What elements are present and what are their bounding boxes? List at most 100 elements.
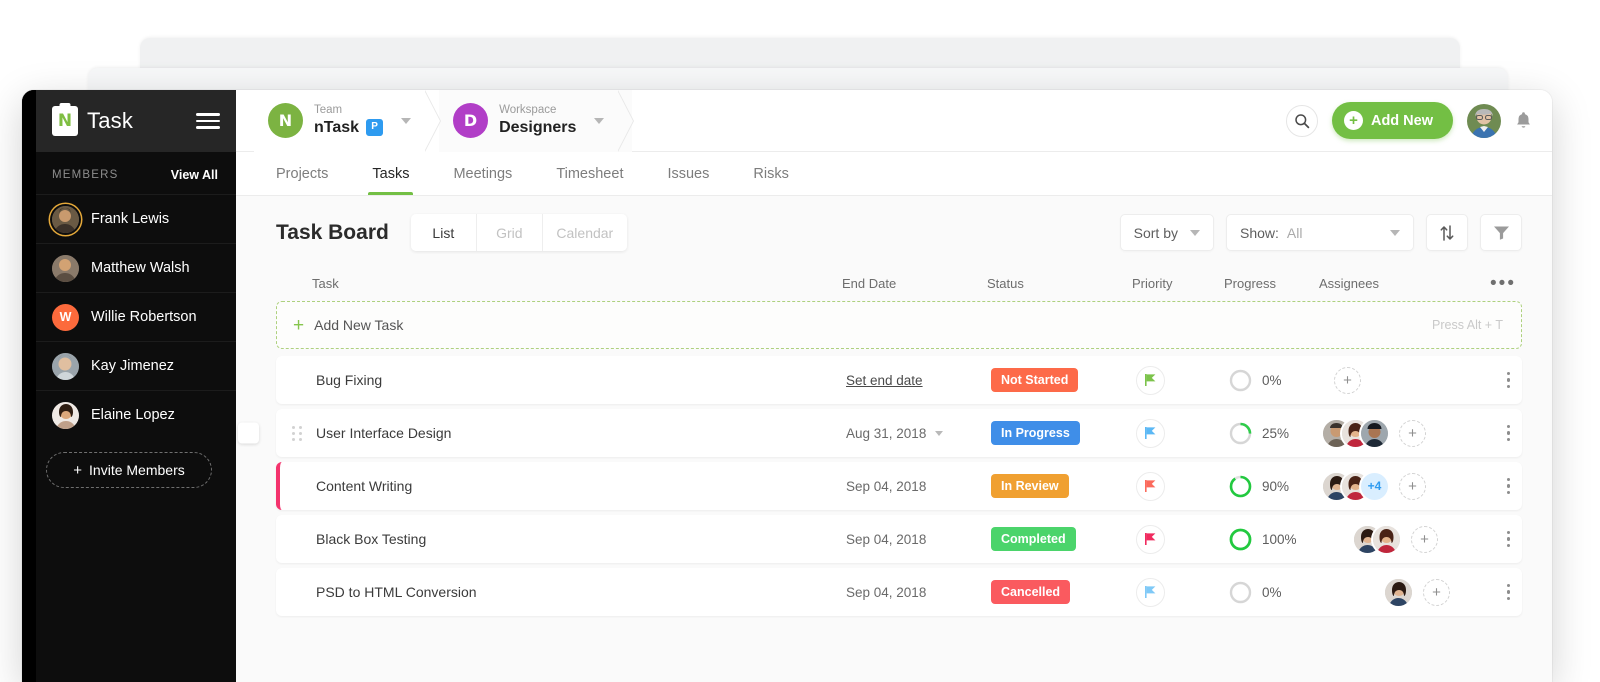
row-menu-icon[interactable]	[1507, 584, 1511, 601]
workspace-selector[interactable]: D Workspace Designers	[439, 90, 632, 152]
set-end-date-link[interactable]: Set end date	[846, 373, 923, 388]
cell-end-date[interactable]: Sep 04, 2018	[846, 585, 991, 600]
tab-risks[interactable]: Risks	[731, 152, 810, 195]
column-header-more[interactable]: •••	[1454, 274, 1522, 293]
priority-flag-button[interactable]	[1136, 419, 1165, 448]
hamburger-line	[196, 120, 220, 123]
team-selector[interactable]: N Team nTask P	[254, 90, 439, 152]
hamburger-menu-icon[interactable]	[196, 113, 220, 129]
view-all-link[interactable]: View All	[171, 168, 218, 182]
cell-progress[interactable]: 0%	[1228, 580, 1323, 605]
cell-status[interactable]: Completed	[991, 527, 1136, 551]
priority-flag-button[interactable]	[1136, 578, 1165, 607]
cell-assignees[interactable]: +	[1323, 420, 1458, 447]
tab-issues[interactable]: Issues	[645, 152, 731, 195]
add-assignee-button[interactable]: +	[1334, 367, 1361, 394]
app-window: N Task MEMBERS View All	[22, 90, 1552, 682]
assignee-overflow-count[interactable]: +4	[1361, 473, 1388, 500]
priority-flag-button[interactable]	[1136, 525, 1165, 554]
avatar-image	[1385, 579, 1412, 606]
table-row[interactable]: User Interface Design Aug 31, 2018 In Pr…	[276, 409, 1522, 457]
tab-projects[interactable]: Projects	[254, 152, 350, 195]
cell-priority[interactable]	[1136, 419, 1228, 448]
drag-handle-icon[interactable]	[292, 426, 302, 440]
search-button[interactable]	[1286, 105, 1318, 137]
cell-row-actions	[1458, 531, 1522, 548]
tab-tasks[interactable]: Tasks	[350, 152, 431, 195]
cell-priority[interactable]	[1136, 472, 1228, 501]
cell-assignees[interactable]: +4 +	[1323, 473, 1458, 500]
cell-assignees[interactable]: +	[1323, 526, 1458, 553]
sort-order-button[interactable]	[1426, 214, 1468, 251]
add-assignee-button[interactable]: +	[1423, 579, 1450, 606]
add-assignee-button[interactable]: +	[1399, 473, 1426, 500]
cell-progress[interactable]: 0%	[1228, 368, 1323, 393]
chevron-down-icon[interactable]	[401, 118, 411, 124]
cell-priority[interactable]	[1136, 578, 1228, 607]
table-row[interactable]: Black Box Testing Sep 04, 2018 Completed	[276, 515, 1522, 563]
cell-task[interactable]: Black Box Testing	[280, 531, 846, 547]
progress-label: 25%	[1262, 426, 1289, 441]
priority-flag-button[interactable]	[1136, 472, 1165, 501]
cell-status[interactable]: Cancelled	[991, 580, 1136, 604]
priority-flag-button[interactable]	[1136, 366, 1165, 395]
tab-timesheet[interactable]: Timesheet	[534, 152, 645, 195]
cell-progress[interactable]: 100%	[1228, 527, 1323, 552]
chevron-down-icon[interactable]	[594, 118, 604, 124]
sidebar-member-matthew-walsh[interactable]: Matthew Walsh	[22, 243, 236, 292]
bell-icon[interactable]	[1515, 111, 1532, 130]
table-row[interactable]: Bug Fixing Set end date Not Started	[276, 356, 1522, 404]
add-assignee-button[interactable]: +	[1411, 526, 1438, 553]
view-grid-button[interactable]: Grid	[477, 214, 543, 251]
cell-end-date[interactable]: Aug 31, 2018	[846, 426, 991, 441]
cell-progress[interactable]: 90%	[1228, 474, 1323, 499]
cell-task[interactable]: Content Writing	[280, 478, 846, 494]
row-menu-icon[interactable]	[1507, 425, 1511, 442]
cell-priority[interactable]	[1136, 366, 1228, 395]
sort-by-label: Sort by	[1134, 225, 1178, 241]
cell-assignees[interactable]: +	[1323, 579, 1458, 606]
chevron-down-icon[interactable]	[935, 431, 943, 436]
add-new-button[interactable]: + Add New	[1332, 102, 1453, 139]
sidebar-member-kay-jimenez[interactable]: Kay Jimenez	[22, 341, 236, 390]
sidebar-member-elaine-lopez[interactable]: Elaine Lopez	[22, 390, 236, 439]
tab-meetings[interactable]: Meetings	[431, 152, 534, 195]
cell-priority[interactable]	[1136, 525, 1228, 554]
row-menu-icon[interactable]	[1507, 478, 1511, 495]
add-assignee-button[interactable]: +	[1399, 420, 1426, 447]
row-menu-icon[interactable]	[1507, 531, 1511, 548]
cell-status[interactable]: In Review	[991, 474, 1136, 498]
invite-members-button[interactable]: + Invite Members	[46, 452, 212, 488]
sidebar-member-frank-lewis[interactable]: Frank Lewis	[22, 194, 236, 243]
cell-end-date[interactable]: Sep 04, 2018	[846, 479, 991, 494]
task-title: Black Box Testing	[316, 531, 426, 547]
progress-ring-svg	[1228, 527, 1253, 552]
cell-task[interactable]: Bug Fixing	[280, 372, 846, 388]
table-row[interactable]: PSD to HTML Conversion Sep 04, 2018 Canc…	[276, 568, 1522, 616]
sort-by-dropdown[interactable]: Sort by	[1120, 214, 1214, 251]
view-calendar-button[interactable]: Calendar	[543, 214, 627, 251]
cell-end-date[interactable]: Set end date	[846, 373, 991, 388]
cell-assignees[interactable]: +	[1323, 367, 1458, 394]
show-filter-dropdown[interactable]: Show: All	[1226, 214, 1414, 251]
assignee-avatar[interactable]	[1373, 526, 1400, 553]
cell-status[interactable]: In Progress	[991, 421, 1136, 445]
filter-button[interactable]	[1480, 214, 1522, 251]
table-row[interactable]: Content Writing Sep 04, 2018 In Review	[276, 462, 1522, 510]
cell-status[interactable]: Not Started	[991, 368, 1136, 392]
logo-letter: N	[58, 113, 72, 130]
plus-icon: +	[73, 462, 82, 479]
view-list-button[interactable]: List	[411, 214, 477, 251]
cell-task[interactable]: PSD to HTML Conversion	[280, 584, 846, 600]
add-new-task-row[interactable]: + Add New Task Press Alt + T	[276, 301, 1522, 349]
assignee-list	[1323, 420, 1388, 447]
assignee-avatar[interactable]	[1361, 420, 1388, 447]
cell-progress[interactable]: 25%	[1228, 421, 1323, 446]
assignee-avatar[interactable]	[1385, 579, 1412, 606]
row-checkbox[interactable]	[238, 423, 259, 444]
row-menu-icon[interactable]	[1507, 372, 1511, 389]
sidebar-member-willie-robertson[interactable]: W Willie Robertson	[22, 292, 236, 341]
cell-task[interactable]: User Interface Design	[280, 425, 846, 441]
cell-end-date[interactable]: Sep 04, 2018	[846, 532, 991, 547]
user-avatar[interactable]	[1467, 104, 1501, 138]
